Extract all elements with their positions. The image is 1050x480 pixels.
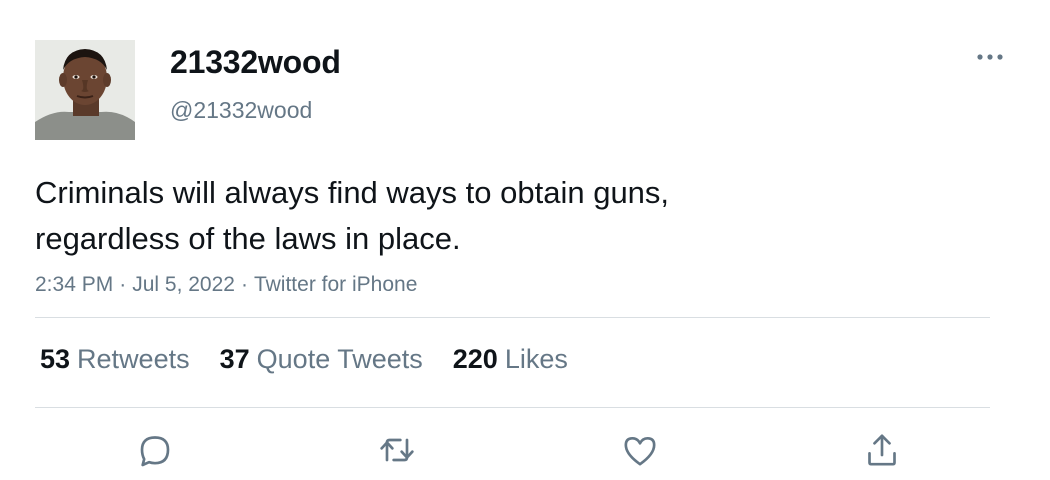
likes-stat[interactable]: 220 Likes <box>453 342 568 376</box>
meta-separator: · <box>119 273 127 296</box>
more-options-button[interactable] <box>970 44 1010 70</box>
display-name[interactable]: 21332wood <box>170 42 341 82</box>
reply-icon <box>140 436 170 467</box>
retweet-button[interactable] <box>375 428 419 472</box>
retweet-icon <box>380 438 414 462</box>
retweets-label: Retweets <box>77 344 190 374</box>
likes-label: Likes <box>504 344 568 374</box>
divider <box>35 407 990 408</box>
reply-button[interactable] <box>133 428 177 472</box>
share-icon <box>868 434 896 466</box>
tweet-meta: 2:34 PM · Jul 5, 2022 · Twitter for iPhone <box>35 270 417 300</box>
more-icon <box>977 54 1003 60</box>
avatar[interactable] <box>35 40 135 140</box>
user-handle[interactable]: @21332wood <box>170 95 312 125</box>
retweets-stat[interactable]: 53 Retweets <box>40 342 190 376</box>
likes-count: 220 <box>452 344 498 374</box>
tweet-text: Criminals will always find ways to obtai… <box>35 175 670 256</box>
like-button[interactable] <box>618 428 662 472</box>
share-button[interactable] <box>860 428 904 472</box>
tweet-source[interactable]: Twitter for iPhone <box>254 273 417 296</box>
avatar-image <box>35 40 135 140</box>
meta-separator: · <box>240 273 248 296</box>
quote-tweets-count: 37 <box>219 344 250 374</box>
tweet-card: 21332wood @21332wood Criminals will alwa… <box>0 0 1050 480</box>
tweet-date[interactable]: Jul 5, 2022 <box>132 273 235 296</box>
heart-icon <box>624 437 656 466</box>
quote-tweets-stat[interactable]: 37 Quote Tweets <box>220 342 423 376</box>
retweets-count: 53 <box>40 344 71 374</box>
divider <box>35 317 990 318</box>
quote-tweets-label: Quote Tweets <box>256 344 423 374</box>
tweet-time[interactable]: 2:34 PM <box>35 273 113 296</box>
engagement-stats: 53 Retweets 37 Quote Tweets 220 Likes <box>40 342 598 376</box>
